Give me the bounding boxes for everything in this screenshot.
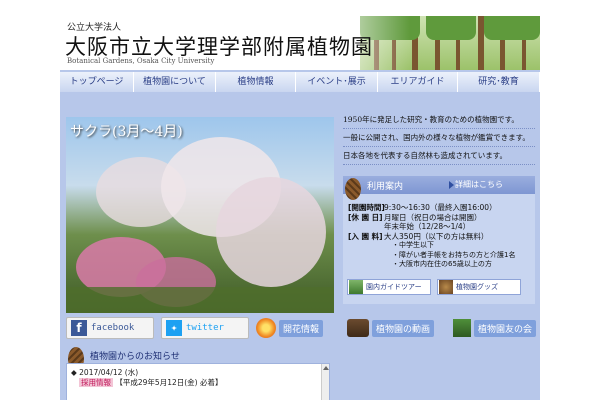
video-icon xyxy=(347,319,369,337)
friends-club-label: 植物園友の会 xyxy=(474,319,537,337)
nav-item-top[interactable]: トップページ xyxy=(60,72,134,92)
garden-video-button[interactable]: 植物園の動画 xyxy=(347,317,447,339)
facebook-label: facebook xyxy=(91,323,135,333)
intro-line: 日本各地を代表する自然林も造成されています。 xyxy=(343,147,535,165)
nav-item-area-guide[interactable]: エリアガイド xyxy=(378,72,458,92)
news-tag: 採用情報 xyxy=(79,378,113,387)
twitter-label: twitter xyxy=(186,323,224,333)
nav-item-research[interactable]: 研究･教育 xyxy=(458,72,540,92)
news-list[interactable]: ◆ 2017/04/12 (水) 採用情報 【平成29年5月12日(金) 必着】 xyxy=(66,363,330,400)
news-section: 植物園からのお知らせ ◆ 2017/04/12 (水) 採用情報 【平成29年5… xyxy=(66,343,334,400)
goods-label: 植物園グッズ xyxy=(456,283,498,291)
news-entry[interactable]: 採用情報 【平成29年5月12日(金) 必着】 xyxy=(79,377,223,388)
details-link[interactable]: 詳細はこちら xyxy=(455,179,503,190)
closed-value: 月曜日（祝日の場合は開園） xyxy=(384,212,482,222)
fee-value: 大人350円（以下の方は無料） xyxy=(384,231,489,241)
news-entry-text: 【平成29年5月12日(金) 必着】 xyxy=(115,378,223,387)
visitor-info-box: 利用案内 詳細はこちら [開園時間] 9:30〜16:30（最終入園16:00） … xyxy=(343,176,535,304)
guide-tour-label: 園内ガイドツアー xyxy=(366,283,422,291)
page: 公立大学法人 大阪市立大学理学部附属植物園 Botanical Gardens,… xyxy=(60,16,540,400)
facebook-button[interactable]: f facebook xyxy=(66,317,154,339)
fee-label: [入 園 料] xyxy=(348,231,383,241)
info-buttons: 園内ガイドツアー 植物園グッズ xyxy=(347,279,521,295)
guide-tour-button[interactable]: 園内ガイドツアー xyxy=(347,279,431,295)
guide-tour-thumbnail xyxy=(349,280,363,294)
tree-icon xyxy=(453,319,471,337)
site-subtitle: Botanical Gardens, Osaka City University xyxy=(67,57,215,65)
twitter-button[interactable]: ✦ twitter xyxy=(161,317,249,339)
closed-value-2: 年末年始（12/28〜1/4） xyxy=(384,222,471,231)
visitor-info-body: [開園時間] 9:30〜16:30（最終入園16:00） [休 園 日] 月曜日（祝… xyxy=(348,203,534,270)
nav-item-events[interactable]: イベント･展示 xyxy=(296,72,378,92)
site-header: 公立大学法人 大阪市立大学理学部附属植物園 Botanical Gardens,… xyxy=(60,16,540,70)
free-item: ・大阪市内在住の65歳以上の方 xyxy=(392,260,492,268)
hero-title: サクラ(3月〜4月) xyxy=(70,124,183,140)
link-buttons: f facebook ✦ twitter 開花情報 植物園の動画 植物園友の会 xyxy=(66,317,537,339)
friends-club-button[interactable]: 植物園友の会 xyxy=(453,317,540,339)
visitor-info-header: 利用案内 詳細はこちら xyxy=(343,176,535,194)
flowering-info-label: 開花情報 xyxy=(279,319,324,337)
goods-thumbnail xyxy=(439,280,453,294)
goods-button[interactable]: 植物園グッズ xyxy=(437,279,521,295)
nav-item-plants[interactable]: 植物情報 xyxy=(216,72,296,92)
news-title: 植物園からのお知らせ xyxy=(90,352,180,362)
twitter-icon: ✦ xyxy=(166,320,182,336)
intro-line: 一般に公開され、国内外の様々な植物が鑑賞できます。 xyxy=(343,129,535,147)
hours-value: 9:30〜16:30（最終入園16:00） xyxy=(384,203,497,212)
intro-line: 1950年に発足した研究・教育のための植物園です。 xyxy=(343,111,535,129)
hero-photo: サクラ(3月〜4月) xyxy=(66,117,334,313)
intro-text: 1950年に発足した研究・教育のための植物園です。 一般に公開され、国内外の様々… xyxy=(343,111,535,165)
nav-item-about[interactable]: 植物園について xyxy=(134,72,216,92)
garden-video-label: 植物園の動画 xyxy=(372,319,435,337)
free-item: ・障がい者手帳をお持ちの方と介護1名 xyxy=(392,250,516,259)
closed-label: [休 園 日] xyxy=(348,212,383,222)
news-scrollbar[interactable] xyxy=(321,364,329,400)
flowering-info-button[interactable]: 開花情報 xyxy=(256,317,346,339)
visitor-info-title: 利用案内 xyxy=(367,182,404,192)
facebook-icon: f xyxy=(71,320,87,336)
pinecone-icon xyxy=(345,178,361,200)
scroll-up-icon[interactable] xyxy=(323,366,329,370)
flower-icon xyxy=(256,318,276,338)
hours-label: [開園時間] xyxy=(348,203,385,212)
free-item: ・中学生以下 xyxy=(392,241,434,249)
main-nav: トップページ 植物園について 植物情報 イベント･展示 エリアガイド 研究･教育 xyxy=(60,72,540,92)
